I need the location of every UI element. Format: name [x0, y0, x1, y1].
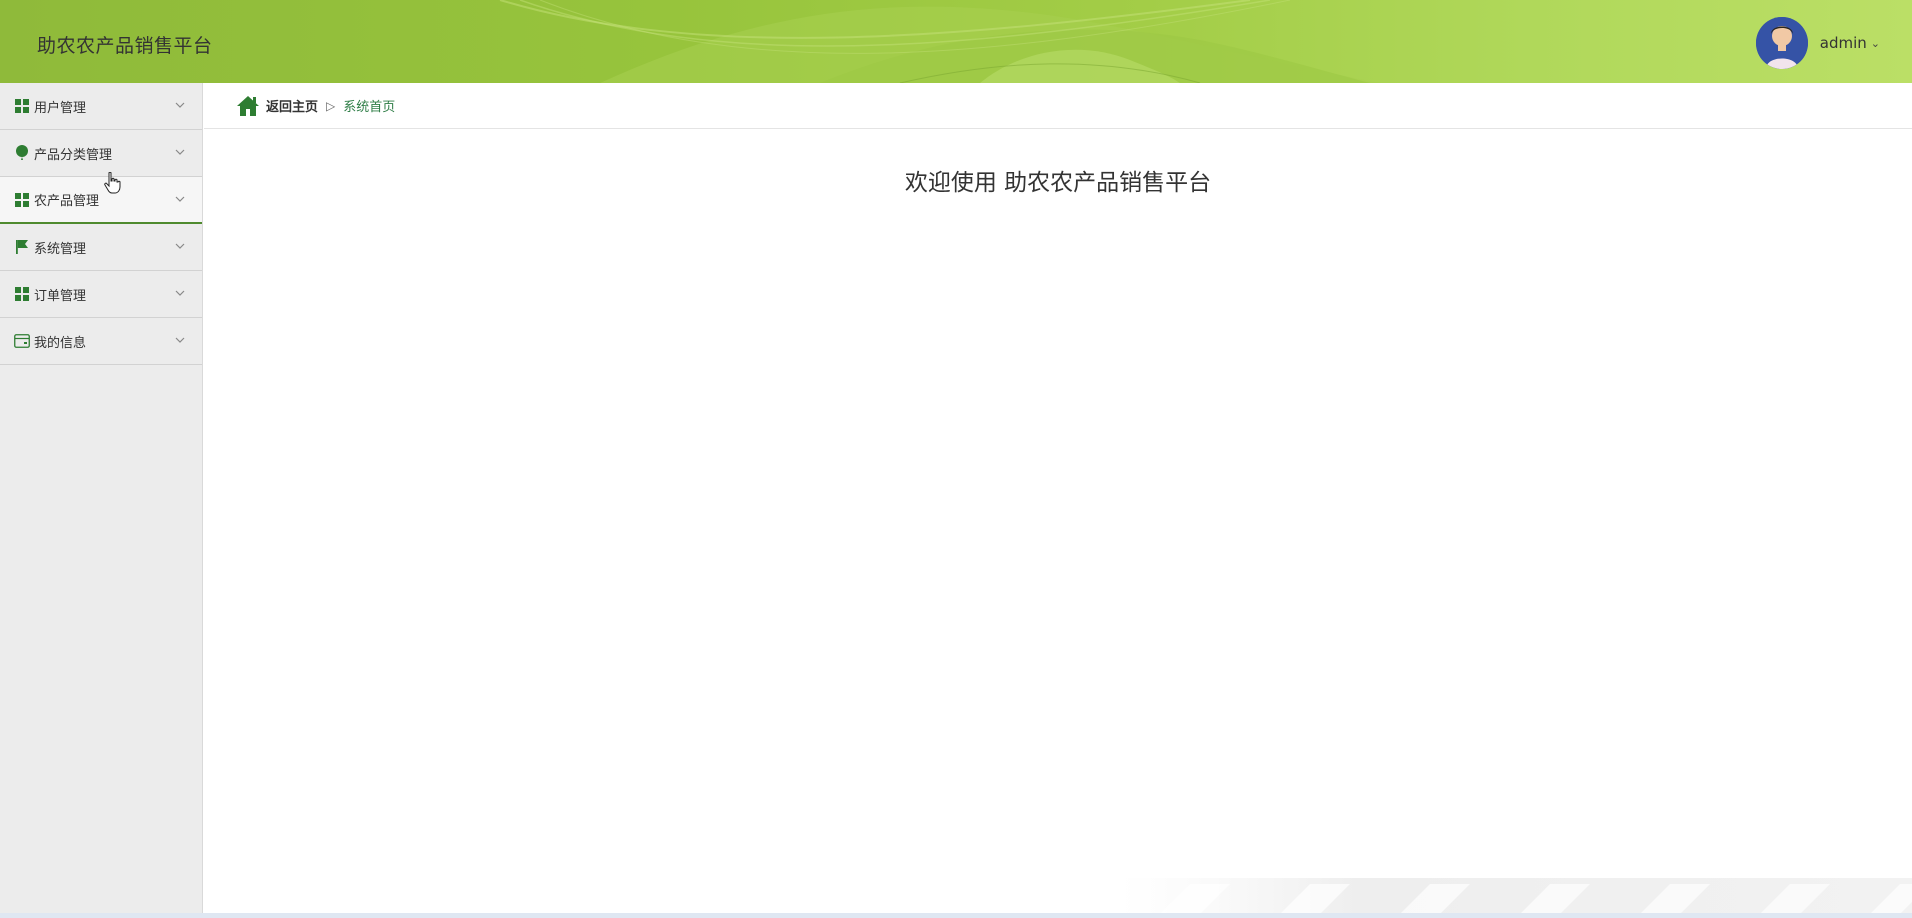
- avatar-image: [1755, 17, 1808, 69]
- bottom-decoration: [1120, 878, 1912, 914]
- bottom-border: [0, 913, 1912, 918]
- card-icon: [14, 333, 30, 349]
- chevron-down-icon: [175, 243, 185, 249]
- chevron-down-icon: [175, 196, 185, 202]
- sidebar: 用户管理 产品分类管理 农产品管理 系统管理 订单管理 我的信息: [0, 83, 203, 918]
- sidebar-item-label: 用户管理: [34, 100, 87, 116]
- breadcrumb-current: 系统首页: [343, 100, 396, 115]
- grid-icon: [14, 286, 30, 302]
- top-header: 助农农产品销售平台 admin ⌄: [0, 0, 1912, 83]
- sidebar-item-label: 系统管理: [34, 241, 87, 257]
- avatar[interactable]: [1755, 17, 1808, 69]
- breadcrumb-separator: ▷: [326, 98, 336, 113]
- sidebar-item-product-management[interactable]: 农产品管理: [0, 177, 202, 224]
- sidebar-item-label: 产品分类管理: [34, 147, 113, 163]
- sidebar-item-label: 农产品管理: [34, 194, 100, 209]
- sidebar-item-label: 订单管理: [34, 288, 87, 304]
- chevron-down-icon: [175, 290, 185, 296]
- grid-icon: [14, 98, 30, 114]
- home-icon[interactable]: [236, 95, 260, 117]
- header-wave-decoration: [499, 0, 1380, 83]
- breadcrumb: 返回主页 ▷ 系统首页: [204, 83, 1912, 129]
- app-title: 助农农产品销售平台: [37, 35, 213, 57]
- sidebar-item-user-management[interactable]: 用户管理: [0, 83, 202, 130]
- chevron-down-icon[interactable]: ⌄: [1871, 37, 1880, 50]
- sidebar-item-label: 我的信息: [34, 335, 87, 351]
- chevron-down-icon: [175, 149, 185, 155]
- user-menu[interactable]: admin ⌄: [1755, 16, 1880, 70]
- sidebar-item-order-management[interactable]: 订单管理: [0, 271, 202, 318]
- balloon-icon: [14, 145, 30, 161]
- hand-cursor-icon: [104, 172, 121, 194]
- chevron-down-icon: [175, 337, 185, 343]
- sidebar-item-system-management[interactable]: 系统管理: [0, 224, 202, 271]
- breadcrumb-home-link[interactable]: 返回主页: [266, 96, 318, 115]
- chevron-down-icon: [175, 102, 185, 108]
- flag-icon: [14, 239, 30, 255]
- sidebar-item-my-info[interactable]: 我的信息: [0, 318, 202, 365]
- grid-icon: [14, 192, 30, 208]
- sidebar-item-category-management[interactable]: 产品分类管理: [0, 130, 202, 177]
- username[interactable]: admin: [1820, 34, 1867, 52]
- welcome-message: 欢迎使用 助农农产品销售平台: [904, 170, 1212, 196]
